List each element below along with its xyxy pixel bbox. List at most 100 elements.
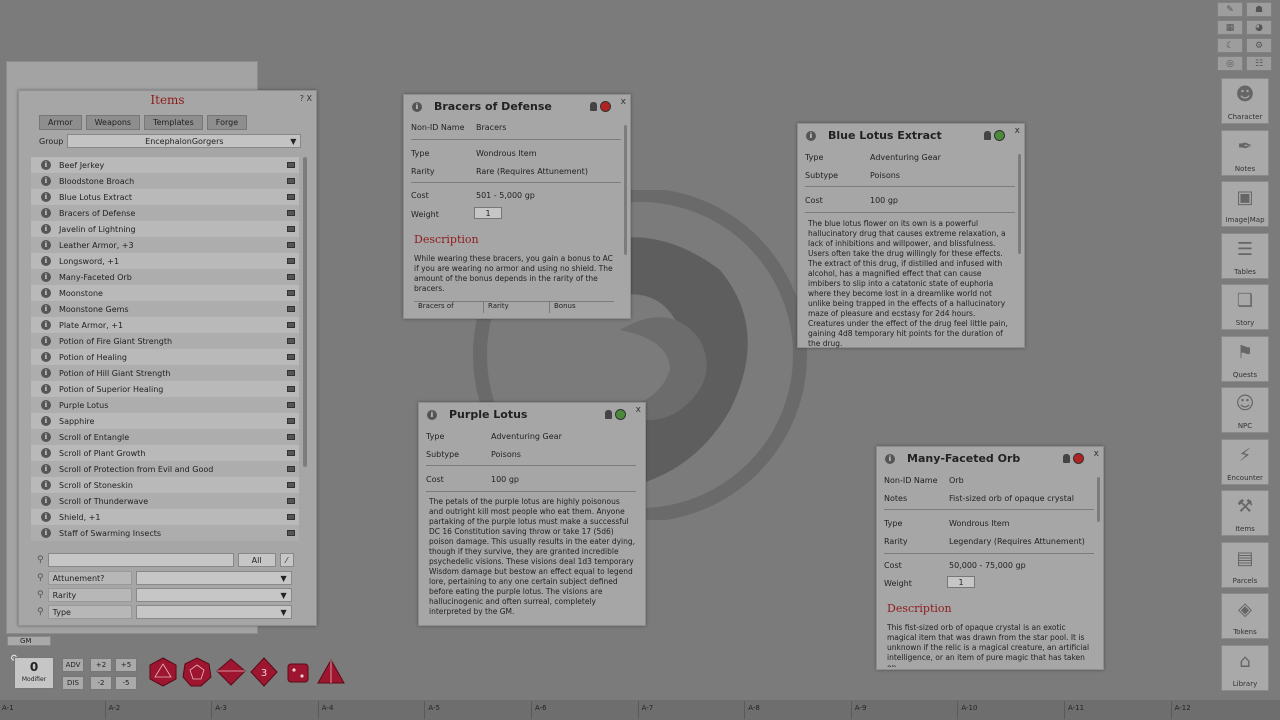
field-value[interactable]: Poisons	[491, 450, 521, 459]
info-icon[interactable]: i	[41, 336, 51, 346]
clear-filter-icon[interactable]: ⁄	[279, 553, 294, 567]
share-toggle-icon[interactable]	[287, 530, 295, 536]
list-item[interactable]: i Blue Lotus Extract	[31, 189, 299, 205]
palette-icon[interactable]: ◕	[1246, 20, 1272, 35]
focus-icon[interactable]: ◎	[1217, 56, 1243, 71]
tab-templates[interactable]: Templates	[144, 115, 203, 130]
scrollbar[interactable]	[1018, 154, 1021, 254]
share-toggle-icon[interactable]	[287, 194, 295, 200]
list-item[interactable]: i Bloodstone Broach	[31, 173, 299, 189]
share-toggle-icon[interactable]	[287, 258, 295, 264]
d8-die-icon[interactable]: 3	[248, 656, 280, 688]
id-toggle-icon[interactable]	[994, 130, 1005, 141]
field-value[interactable]: Orb	[949, 476, 964, 485]
sidebar-item-tables[interactable]: ☰ Tables	[1221, 232, 1269, 279]
share-toggle-icon[interactable]	[287, 306, 295, 312]
sidebar-item-library[interactable]: ⌂ Library	[1221, 644, 1269, 691]
lock-icon[interactable]	[605, 410, 612, 419]
info-icon[interactable]: i	[41, 416, 51, 426]
plus5-button[interactable]: +5	[115, 658, 137, 672]
d6-die-icon[interactable]	[282, 656, 314, 688]
info-icon[interactable]: i	[41, 192, 51, 202]
info-icon[interactable]: i	[41, 240, 51, 250]
share-toggle-icon[interactable]	[287, 322, 295, 328]
modifier-box[interactable]: 0 Modifier	[14, 657, 54, 689]
list-item[interactable]: i Scroll of Plant Growth	[31, 445, 299, 461]
list-item[interactable]: i Longsword, +1	[31, 253, 299, 269]
sidebar-item-items[interactable]: ⚒ Items	[1221, 490, 1269, 536]
info-icon[interactable]: i	[41, 432, 51, 442]
info-icon[interactable]: i	[41, 528, 51, 538]
list-item[interactable]: i Purple Lotus	[31, 397, 299, 413]
list-item[interactable]: i Shield, +1	[31, 509, 299, 525]
field-value[interactable]: 100 gp	[870, 196, 898, 205]
bracers-window[interactable]: x i Bracers of Defense Non-ID Name Brace…	[403, 94, 631, 319]
orb-window[interactable]: x i Many-Faceted Orb Non-ID Name Orb Not…	[876, 446, 1104, 670]
scrollbar[interactable]	[1097, 477, 1100, 522]
share-toggle-icon[interactable]	[287, 290, 295, 296]
people-icon[interactable]: ☷	[1246, 56, 1272, 71]
field-value[interactable]: Rare (Requires Attunement)	[476, 167, 588, 176]
sidebar-item-image-map[interactable]: ▣ Image|Map	[1221, 181, 1269, 227]
share-toggle-icon[interactable]	[287, 354, 295, 360]
share-toggle-icon[interactable]	[287, 386, 295, 392]
tab-weapons[interactable]: Weapons	[85, 115, 141, 130]
settings-icon[interactable]: ⚙	[1246, 38, 1272, 53]
field-value[interactable]: 501 - 5,000 gp	[476, 191, 535, 200]
purple-lotus-window[interactable]: x i Purple Lotus Type Adventuring Gear S…	[418, 402, 646, 626]
info-icon[interactable]: i	[41, 512, 51, 522]
info-icon[interactable]: i	[41, 368, 51, 378]
share-toggle-icon[interactable]	[287, 274, 295, 280]
description-text[interactable]: The blue lotus flower on its own is a po…	[808, 219, 1014, 349]
search-input[interactable]	[47, 553, 234, 567]
sidebar-item-npc[interactable]: ☺ NPC	[1221, 387, 1269, 433]
list-item[interactable]: i Scroll of Thunderwave	[31, 493, 299, 509]
close-icon[interactable]: x	[636, 405, 641, 415]
weight-input[interactable]: 1	[474, 207, 502, 219]
share-toggle-icon[interactable]	[287, 162, 295, 168]
description-text[interactable]: This fist-sized orb of opaque crystal is…	[887, 623, 1093, 667]
d10-die-icon[interactable]	[215, 656, 247, 688]
share-toggle-icon[interactable]	[287, 514, 295, 520]
info-icon[interactable]: i	[41, 272, 51, 282]
info-icon[interactable]: i	[41, 352, 51, 362]
plus2-button[interactable]: +2	[90, 658, 112, 672]
share-toggle-icon[interactable]	[287, 418, 295, 424]
sidebar-item-parcels[interactable]: ▤ Parcels	[1221, 541, 1269, 588]
field-value[interactable]: Legendary (Requires Attunement)	[949, 537, 1085, 546]
info-icon[interactable]: i	[41, 288, 51, 298]
scrollbar[interactable]	[624, 125, 627, 255]
minus5-button[interactable]: -5	[115, 676, 137, 690]
info-icon[interactable]: i	[41, 464, 51, 474]
info-icon[interactable]: i	[41, 400, 51, 410]
d20-die-icon[interactable]	[147, 656, 179, 688]
share-toggle-icon[interactable]	[287, 210, 295, 216]
share-toggle-icon[interactable]	[287, 482, 295, 488]
list-item[interactable]: i Bracers of Defense	[31, 205, 299, 221]
share-toggle-icon[interactable]	[287, 450, 295, 456]
share-toggle-icon[interactable]	[287, 370, 295, 376]
moon-icon[interactable]: ☾	[1217, 38, 1243, 53]
d4-die-icon[interactable]	[315, 656, 347, 688]
window-help-close-icons[interactable]: ? X	[300, 94, 312, 103]
list-item[interactable]: i Potion of Hill Giant Strength	[31, 365, 299, 381]
minus2-button[interactable]: -2	[90, 676, 112, 690]
list-item[interactable]: i Plate Armor, +1	[31, 317, 299, 333]
field-value[interactable]: Wondrous Item	[949, 519, 1009, 528]
info-icon[interactable]: i	[41, 224, 51, 234]
close-icon[interactable]: x	[1094, 449, 1099, 459]
tab-forge[interactable]: Forge	[206, 115, 248, 130]
info-icon[interactable]: i	[41, 160, 51, 170]
share-toggle-icon[interactable]	[287, 498, 295, 504]
list-item[interactable]: i Beef Jerkey	[31, 157, 299, 173]
field-value[interactable]: Poisons	[870, 171, 900, 180]
list-item[interactable]: i Sapphire	[31, 413, 299, 429]
close-icon[interactable]: x	[621, 97, 626, 107]
info-icon[interactable]: i	[41, 496, 51, 506]
id-toggle-icon[interactable]	[600, 101, 611, 112]
d12-die-icon[interactable]	[181, 656, 213, 688]
list-item[interactable]: i Leather Armor, +3	[31, 237, 299, 253]
list-item[interactable]: i Moonstone	[31, 285, 299, 301]
field-value[interactable]: 50,000 - 75,000 gp	[949, 561, 1026, 570]
sidebar-item-quests[interactable]: ⚑ Quests	[1221, 335, 1269, 382]
